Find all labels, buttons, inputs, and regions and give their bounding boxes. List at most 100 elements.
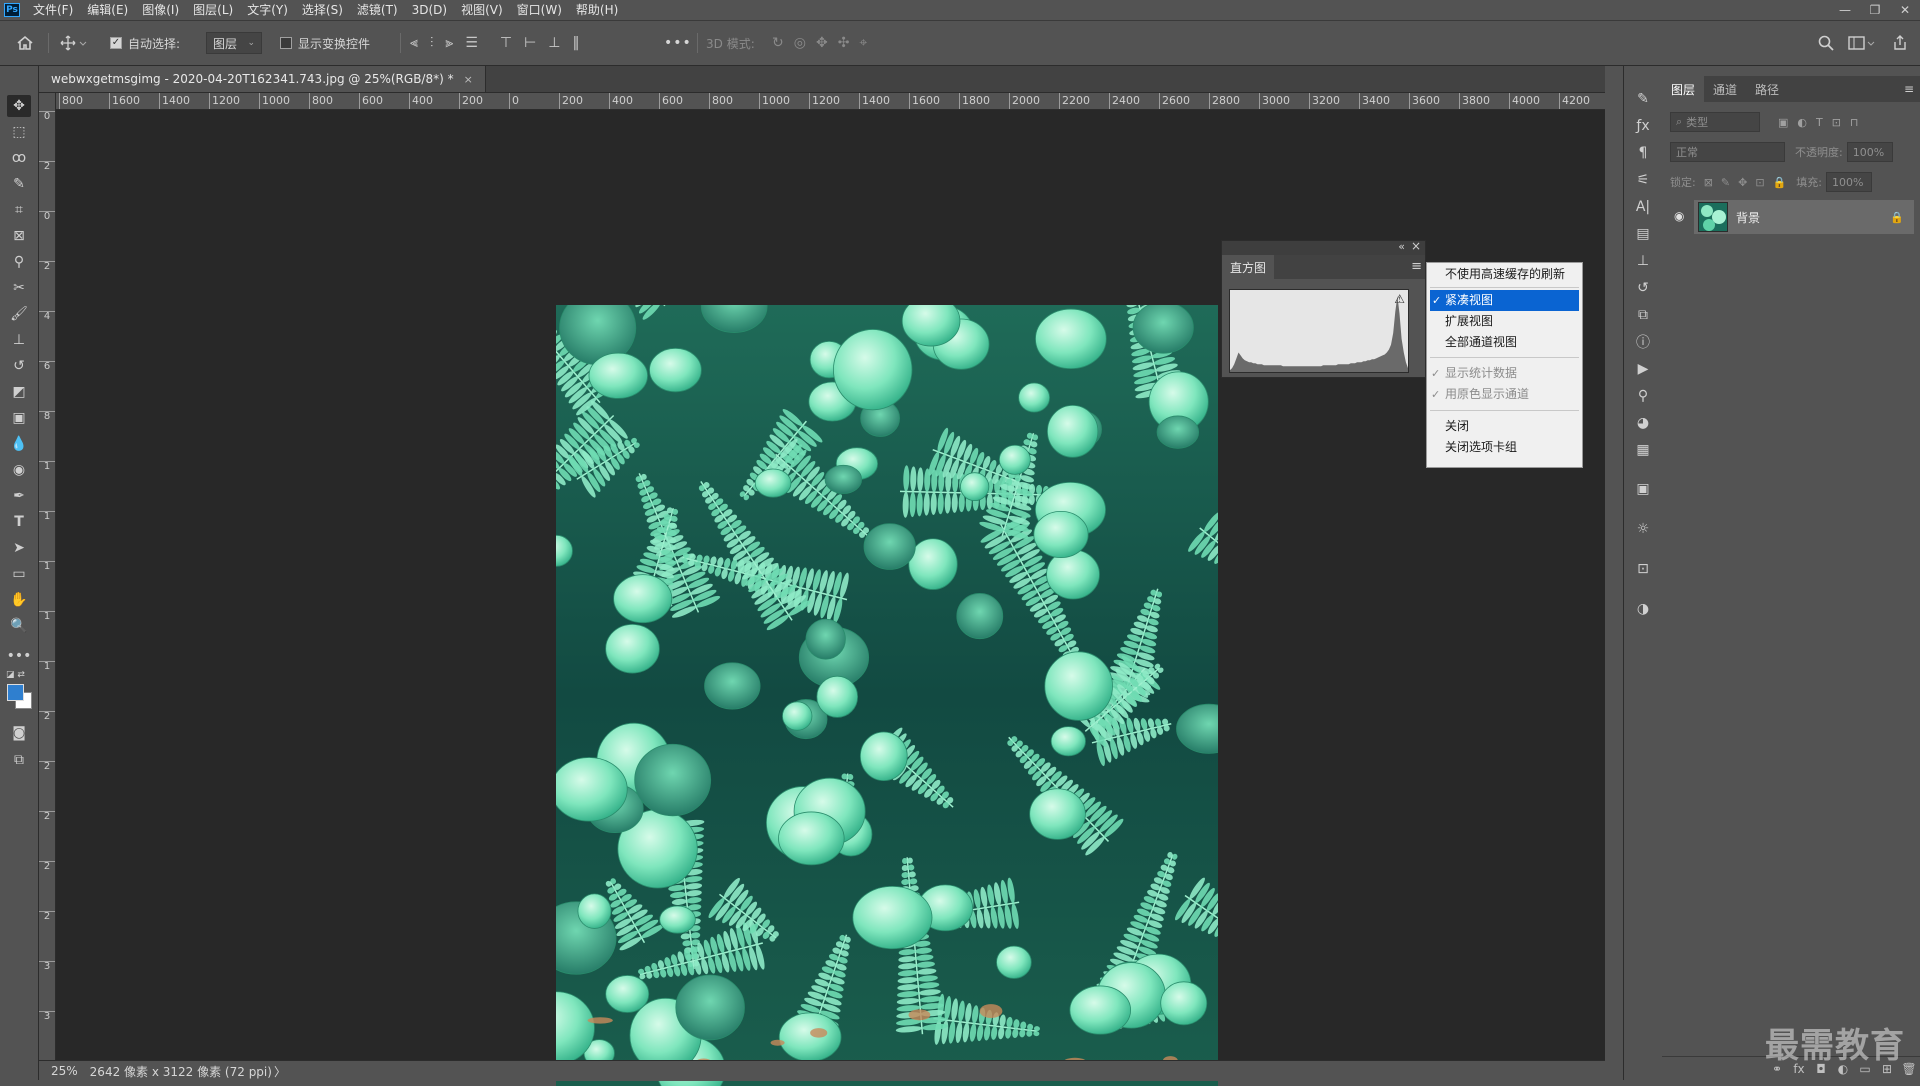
default-colors-icon[interactable]: ◪ ⇄ bbox=[6, 670, 34, 680]
libraries-icon[interactable]: ⊡ bbox=[1632, 558, 1654, 580]
paths-icon[interactable]: ⚲ bbox=[1632, 385, 1654, 407]
channels-icon[interactable]: ⧉ bbox=[1632, 304, 1654, 326]
opacity-field[interactable]: 100% bbox=[1847, 142, 1893, 162]
move-tool-preset-icon[interactable] bbox=[60, 21, 88, 65]
distribute-v-icon[interactable]: ‖ bbox=[572, 35, 579, 51]
close-panel-icon[interactable]: × bbox=[1411, 239, 1421, 253]
histogram-icon[interactable]: ◑ bbox=[1632, 598, 1654, 620]
history-brush-tool-icon[interactable]: ↺ bbox=[7, 355, 31, 377]
path-select-tool-icon[interactable]: ➤ bbox=[7, 537, 31, 559]
warning-icon[interactable]: ⚠ bbox=[1394, 292, 1405, 306]
auto-select-checkbox[interactable]: ✓ bbox=[110, 37, 122, 49]
panel-menu-icon[interactable]: ≡ bbox=[1904, 76, 1914, 102]
gradient-tool-icon[interactable]: ▣ bbox=[7, 407, 31, 429]
menu-3d[interactable]: 3D(D) bbox=[405, 0, 454, 20]
hand-tool-icon[interactable]: ✋ bbox=[7, 589, 31, 611]
layer-row-background[interactable]: 背景 🔒 bbox=[1694, 200, 1914, 234]
show-transform-checkbox[interactable] bbox=[280, 37, 292, 49]
visibility-eye-icon[interactable]: ◉ bbox=[1674, 209, 1684, 223]
menu-edit[interactable]: 编辑(E) bbox=[80, 0, 135, 20]
paragraph-icon[interactable]: ¶ bbox=[1632, 142, 1654, 164]
align-bottom-icon[interactable]: ⊥ bbox=[548, 35, 560, 51]
fill-field[interactable]: 100% bbox=[1826, 172, 1872, 192]
healing-tool-icon[interactable]: ✂ bbox=[7, 277, 31, 299]
menu-item-uncached-refresh[interactable]: 不使用高速缓存的刷新 bbox=[1427, 264, 1582, 285]
3d-orbit-icon[interactable]: ↻ bbox=[772, 35, 784, 51]
menu-file[interactable]: 文件(F) bbox=[26, 0, 80, 20]
menu-window[interactable]: 窗口(W) bbox=[510, 0, 569, 20]
edit-toolbar-icon[interactable]: ••• bbox=[7, 645, 31, 667]
share-icon[interactable] bbox=[1892, 21, 1908, 65]
home-icon[interactable] bbox=[16, 21, 34, 65]
auto-select-target-dropdown[interactable]: 图层 ⌄ bbox=[206, 32, 262, 54]
align-left-icon[interactable]: ⫷ bbox=[410, 35, 418, 51]
histogram-tab[interactable]: 直方图 bbox=[1222, 255, 1274, 279]
menu-image[interactable]: 图像(I) bbox=[135, 0, 186, 20]
frame-tool-icon[interactable]: ⊠ bbox=[7, 225, 31, 247]
screen-mode-icon[interactable]: ⧉ bbox=[7, 749, 31, 771]
align-hcenter-icon[interactable]: ⫶ bbox=[430, 35, 434, 51]
blur-tool-icon[interactable]: 💧 bbox=[7, 433, 31, 455]
more-options-button[interactable]: ••• bbox=[664, 21, 692, 65]
menu-item-close-tab-group[interactable]: 关闭选项卡组 bbox=[1427, 437, 1582, 458]
menu-layer[interactable]: 图层(L) bbox=[186, 0, 240, 20]
marquee-tool-icon[interactable]: ⬚ bbox=[7, 121, 31, 143]
adjustments-icon[interactable]: ☼ bbox=[1632, 518, 1654, 540]
align-right-icon[interactable]: ⫸ bbox=[445, 35, 453, 51]
foreground-color-swatch[interactable] bbox=[7, 684, 24, 701]
3d-pan-icon[interactable]: ✥ bbox=[816, 35, 828, 51]
restore-button[interactable]: ❐ bbox=[1860, 0, 1890, 20]
close-tab-icon[interactable]: × bbox=[464, 73, 473, 86]
swatches-icon[interactable]: ▦ bbox=[1632, 439, 1654, 461]
histogram-panel-header[interactable]: « × bbox=[1222, 241, 1425, 255]
menu-item-channels-in-color[interactable]: ✓ 用原色显示通道 bbox=[1427, 384, 1582, 405]
move-tool-icon[interactable]: ✥ bbox=[7, 95, 31, 117]
layer-filter-dropdown[interactable]: ⌕ 类型 bbox=[1670, 112, 1760, 132]
brush-settings-icon[interactable]: ✎ bbox=[1632, 88, 1654, 110]
align-top-icon[interactable]: ⊤ bbox=[500, 35, 512, 51]
dodge-tool-icon[interactable]: ◉ bbox=[7, 459, 31, 481]
lock-options-icons[interactable]: ⊠✎✥⊡🔒 bbox=[1704, 176, 1795, 189]
stamp-tool-icon[interactable]: ⊥ bbox=[7, 329, 31, 351]
minimize-button[interactable]: — bbox=[1830, 0, 1860, 20]
3d-roll-icon[interactable]: ◎ bbox=[794, 35, 806, 51]
tab-layers[interactable]: 图层 bbox=[1662, 76, 1704, 102]
tab-paths[interactable]: 路径 bbox=[1746, 76, 1788, 102]
eraser-tool-icon[interactable]: ◩ bbox=[7, 381, 31, 403]
styles-icon[interactable]: ƒx bbox=[1632, 115, 1654, 137]
character-icon[interactable]: A| bbox=[1632, 196, 1654, 218]
menu-select[interactable]: 选择(S) bbox=[295, 0, 350, 20]
horizontal-ruler[interactable]: 8001600140012001000800600400200020040060… bbox=[55, 93, 1605, 110]
document-image[interactable] bbox=[556, 305, 1218, 1086]
blend-mode-dropdown[interactable]: 正常 bbox=[1670, 142, 1785, 162]
layer-filter-icons[interactable]: ▣◐T⊡⊓ bbox=[1778, 116, 1868, 129]
zoom-tool-icon[interactable]: 🔍 bbox=[7, 615, 31, 637]
brush-tool-icon[interactable]: 🖌 bbox=[7, 303, 31, 325]
close-window-button[interactable]: ✕ bbox=[1890, 0, 1920, 20]
collapse-icon[interactable]: « bbox=[1398, 240, 1405, 253]
panel-menu-icon[interactable]: ≡ bbox=[1411, 259, 1422, 274]
3d-scale-icon[interactable]: ⌖ bbox=[859, 35, 867, 51]
type-tool-icon[interactable]: T bbox=[7, 511, 31, 533]
pen-tool-icon[interactable]: ✒ bbox=[7, 485, 31, 507]
glyphs-icon[interactable]: ▤ bbox=[1632, 223, 1654, 245]
menu-view[interactable]: 视图(V) bbox=[454, 0, 510, 20]
quick-select-tool-icon[interactable]: ✎ bbox=[7, 173, 31, 195]
menu-item-show-statistics[interactable]: ✓ 显示统计数据 bbox=[1427, 363, 1582, 384]
menu-item-all-channels-view[interactable]: 全部通道视图 bbox=[1427, 332, 1582, 353]
document-tab[interactable]: webwxgetmsgimg - 2020-04-20T162341.743.j… bbox=[39, 66, 486, 92]
crop-tool-icon[interactable]: ⌗ bbox=[7, 199, 31, 221]
menu-type[interactable]: 文字(Y) bbox=[240, 0, 295, 20]
status-menu-arrow[interactable]: 〉 bbox=[274, 1063, 286, 1080]
search-icon[interactable] bbox=[1818, 21, 1834, 65]
lasso-tool-icon[interactable]: ꝏ bbox=[7, 147, 31, 169]
color-icon[interactable]: ◕ bbox=[1632, 412, 1654, 434]
notes-icon[interactable]: ▣ bbox=[1632, 478, 1654, 500]
info-icon[interactable]: ⓘ bbox=[1632, 331, 1654, 353]
properties-icon[interactable]: ⚟ bbox=[1632, 169, 1654, 191]
menu-help[interactable]: 帮助(H) bbox=[569, 0, 625, 20]
rectangle-tool-icon[interactable]: ▭ bbox=[7, 563, 31, 585]
zoom-level[interactable]: 25% bbox=[51, 1064, 78, 1078]
menu-item-expanded-view[interactable]: 扩展视图 bbox=[1427, 311, 1582, 332]
tab-channels[interactable]: 通道 bbox=[1704, 76, 1746, 102]
